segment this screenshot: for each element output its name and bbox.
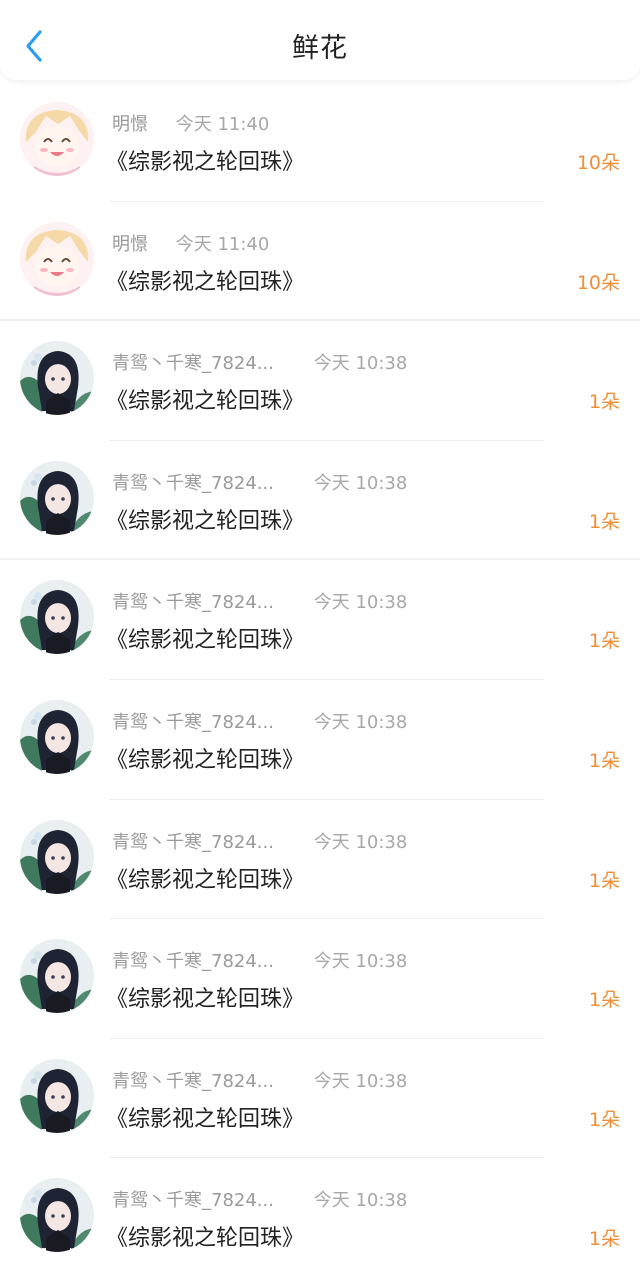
flower-count: 1朵 — [588, 630, 620, 653]
gift-time: 今天 11:40 — [175, 233, 270, 255]
gift-time: 今天 10:38 — [313, 831, 408, 853]
dark-hair-anime-avatar-icon — [20, 699, 94, 774]
avatar[interactable] — [20, 580, 94, 655]
flower-count: 1朵 — [588, 1108, 620, 1131]
sender-name[interactable]: 青鸳丶千寒_7824... — [112, 469, 308, 495]
flower-count: 1朵 — [588, 510, 620, 533]
gift-meta: 青鸳丶千寒_7824... 今天 10:38 — [112, 947, 408, 973]
avatar[interactable] — [20, 819, 94, 894]
flower-count: 1朵 — [588, 749, 620, 772]
list-item[interactable]: 青鸳丶千寒_7824... 今天 10:38 《综影视之轮回珠》 1朵 — [0, 919, 640, 1039]
sender-name[interactable]: 青鸳丶千寒_7824... — [112, 1186, 308, 1212]
gift-time: 今天 10:38 — [313, 472, 408, 494]
book-title[interactable]: 《综影视之轮回珠》 — [106, 383, 304, 415]
avatar[interactable] — [20, 341, 94, 416]
flower-count: 1朵 — [588, 869, 620, 892]
list-item[interactable]: 青鸳丶千寒_7824... 今天 10:38 《综影视之轮回珠》 1朵 — [0, 560, 640, 680]
pink-anime-avatar-icon — [20, 102, 94, 176]
sender-name[interactable]: 明憬 — [112, 110, 170, 136]
book-title[interactable]: 《综影视之轮回珠》 — [106, 144, 304, 176]
avatar[interactable] — [20, 939, 94, 1014]
gift-time: 今天 10:38 — [313, 711, 408, 733]
list-item[interactable]: 青鸳丶千寒_7824... 今天 10:38 《综影视之轮回珠》 1朵 — [0, 321, 640, 441]
gift-meta: 青鸳丶千寒_7824... 今天 10:38 — [112, 828, 408, 854]
book-title[interactable]: 《综影视之轮回珠》 — [106, 264, 304, 296]
gift-time: 今天 10:38 — [313, 1190, 408, 1212]
dark-hair-anime-avatar-icon — [20, 341, 94, 416]
flower-count: 10朵 — [576, 271, 620, 294]
gift-time: 今天 10:38 — [313, 951, 408, 973]
flower-count: 1朵 — [588, 391, 620, 414]
flower-gift-list: 明憬 今天 11:40 《综影视之轮回珠》 10朵 明憬 今天 11:40 《综… — [0, 82, 640, 1278]
sender-name[interactable]: 青鸳丶千寒_7824... — [112, 708, 308, 734]
list-item[interactable]: 青鸳丶千寒_7824... 今天 10:38 《综影视之轮回珠》 1朵 — [0, 1158, 640, 1278]
avatar[interactable] — [20, 699, 94, 774]
sender-name[interactable]: 青鸳丶千寒_7824... — [112, 349, 308, 375]
sender-name[interactable]: 明憬 — [112, 230, 170, 256]
gift-meta: 明憬 今天 11:40 — [112, 110, 270, 136]
list-item[interactable]: 青鸳丶千寒_7824... 今天 10:38 《综影视之轮回珠》 1朵 — [0, 441, 640, 561]
flower-count: 10朵 — [576, 152, 620, 174]
sender-name[interactable]: 青鸳丶千寒_7824... — [112, 1067, 308, 1093]
page-title: 鲜花 — [292, 33, 348, 64]
flower-count: 1朵 — [588, 1228, 620, 1251]
book-title[interactable]: 《综影视之轮回珠》 — [106, 862, 304, 894]
list-item[interactable]: 青鸳丶千寒_7824... 今天 10:38 《综影视之轮回珠》 1朵 — [0, 1039, 640, 1159]
book-title[interactable]: 《综影视之轮回珠》 — [106, 981, 304, 1013]
flower-count: 1朵 — [588, 989, 620, 1012]
gift-meta: 青鸳丶千寒_7824... 今天 10:38 — [112, 469, 408, 495]
book-title[interactable]: 《综影视之轮回珠》 — [106, 742, 304, 774]
dark-hair-anime-avatar-icon — [20, 580, 94, 655]
avatar[interactable] — [20, 1058, 94, 1133]
avatar[interactable] — [20, 221, 94, 296]
gift-meta: 明憬 今天 11:40 — [112, 230, 270, 256]
gift-time: 今天 11:40 — [175, 114, 270, 135]
list-item[interactable]: 青鸳丶千寒_7824... 今天 10:38 《综影视之轮回珠》 1朵 — [0, 680, 640, 800]
book-title[interactable]: 《综影视之轮回珠》 — [106, 622, 304, 654]
book-title[interactable]: 《综影视之轮回珠》 — [106, 1220, 304, 1252]
gift-meta: 青鸳丶千寒_7824... 今天 10:38 — [112, 588, 408, 614]
gift-time: 今天 10:38 — [313, 592, 408, 614]
dark-hair-anime-avatar-icon — [20, 939, 94, 1014]
avatar[interactable] — [20, 1178, 94, 1253]
gift-meta: 青鸳丶千寒_7824... 今天 10:38 — [112, 1067, 408, 1093]
list-item[interactable]: 明憬 今天 11:40 《综影视之轮回珠》 10朵 — [0, 82, 640, 202]
dark-hair-anime-avatar-icon — [20, 1058, 94, 1133]
gift-meta: 青鸳丶千寒_7824... 今天 10:38 — [112, 349, 408, 375]
gift-time: 今天 10:38 — [313, 353, 408, 375]
book-title[interactable]: 《综影视之轮回珠》 — [106, 503, 304, 535]
avatar[interactable] — [20, 102, 94, 176]
sender-name[interactable]: 青鸳丶千寒_7824... — [112, 588, 308, 614]
top-bar: 鲜花 — [0, 0, 640, 80]
gift-time: 今天 10:38 — [313, 1070, 408, 1092]
pink-anime-avatar-icon — [20, 221, 94, 296]
gift-meta: 青鸳丶千寒_7824... 今天 10:38 — [112, 1186, 408, 1212]
dark-hair-anime-avatar-icon — [20, 460, 94, 535]
book-title[interactable]: 《综影视之轮回珠》 — [106, 1101, 304, 1133]
list-item[interactable]: 青鸳丶千寒_7824... 今天 10:38 《综影视之轮回珠》 1朵 — [0, 800, 640, 920]
sender-name[interactable]: 青鸳丶千寒_7824... — [112, 828, 308, 854]
sender-name[interactable]: 青鸳丶千寒_7824... — [112, 947, 308, 973]
dark-hair-anime-avatar-icon — [20, 1178, 94, 1253]
avatar[interactable] — [20, 460, 94, 535]
dark-hair-anime-avatar-icon — [20, 819, 94, 894]
gift-meta: 青鸳丶千寒_7824... 今天 10:38 — [112, 708, 408, 734]
list-item[interactable]: 明憬 今天 11:40 《综影视之轮回珠》 10朵 — [0, 202, 640, 322]
